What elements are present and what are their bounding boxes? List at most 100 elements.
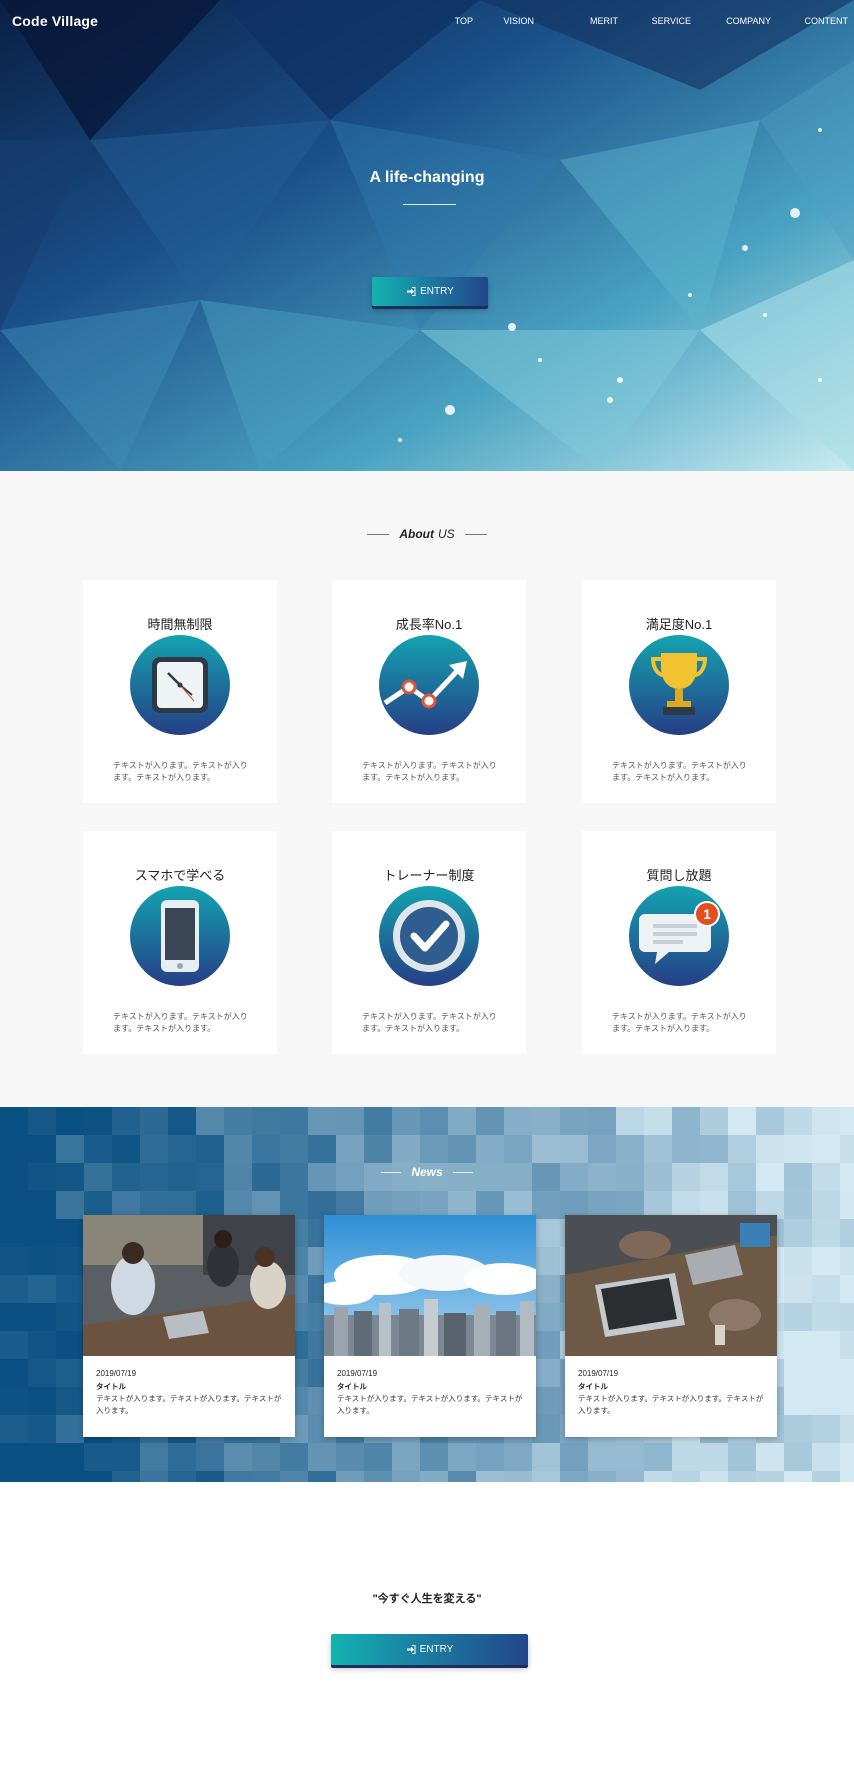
news-card[interactable]: 2019/07/19 タイトル テキストが入ります。テキストが入ります。テキスト…	[565, 1215, 777, 1437]
mosaic-tile	[336, 1107, 364, 1135]
news-text: テキストが入ります。テキストが入ります。テキストが入ります。	[96, 1394, 282, 1415]
mosaic-tile	[812, 1415, 840, 1443]
mosaic-tile	[784, 1387, 812, 1415]
feature-card: スマホで学べる テキストが入ります。テキストが入ります。テキストが入ります。	[83, 831, 277, 1054]
mosaic-tile	[168, 1107, 196, 1135]
news-heading: News	[0, 1165, 854, 1179]
mosaic-tile	[532, 1303, 560, 1331]
nav-item-vision[interactable]: VISION	[503, 16, 534, 26]
news-date: 2019/07/19	[578, 1369, 619, 1378]
mosaic-tile	[28, 1387, 56, 1415]
city-skyline-photo	[324, 1215, 536, 1356]
mosaic-tile	[0, 1247, 28, 1275]
mosaic-tile	[448, 1443, 476, 1471]
feature-card-title: 質問し放題	[646, 868, 712, 883]
mosaic-tile	[28, 1135, 56, 1163]
mosaic-tile	[672, 1107, 700, 1135]
news-card[interactable]: 2019/07/19 タイトル テキストが入ります。テキストが入ります。テキスト…	[83, 1215, 295, 1437]
mosaic-tile	[112, 1443, 140, 1471]
mosaic-tile	[168, 1471, 196, 1482]
mosaic-tile	[700, 1471, 728, 1482]
heading-line-left	[367, 533, 390, 535]
news-title: タイトル	[96, 1382, 126, 1391]
mosaic-tile	[588, 1443, 616, 1471]
mosaic-tile	[532, 1471, 560, 1482]
mosaic-tile	[308, 1107, 336, 1135]
mosaic-tile	[0, 1331, 28, 1359]
mosaic-tile	[532, 1387, 560, 1415]
mosaic-tile	[672, 1443, 700, 1471]
feature-card-text: テキストが入ります。テキストが入ります。テキストが入ります。	[612, 761, 747, 782]
hero-entry-button[interactable]: ENTRY	[372, 277, 488, 306]
mosaic-tile	[336, 1443, 364, 1471]
mosaic-tile	[784, 1247, 812, 1275]
mosaic-tile	[280, 1107, 308, 1135]
mosaic-tile	[224, 1135, 252, 1163]
mosaic-tile	[56, 1247, 84, 1275]
news-card[interactable]: 2019/07/19 タイトル テキストが入ります。テキストが入ります。テキスト…	[324, 1215, 536, 1437]
feature-card-title: スマホで学べる	[134, 868, 226, 883]
mosaic-tile	[252, 1443, 280, 1471]
hero-title-underline	[403, 204, 456, 205]
nav-item-service[interactable]: SERVICE	[652, 16, 691, 26]
trophy-icon	[629, 635, 729, 735]
mosaic-tile	[280, 1471, 308, 1482]
mosaic-tile	[812, 1219, 840, 1247]
mosaic-tile	[812, 1135, 840, 1163]
mosaic-tile	[196, 1135, 224, 1163]
feature-card: 時間無制限 テキストが入ります。テキストが入ります。テキストが入ります。	[83, 580, 277, 803]
mosaic-tile	[644, 1443, 672, 1471]
mosaic-tile	[336, 1471, 364, 1482]
feature-card-text: テキストが入ります。テキストが入ります。テキストが入ります。	[612, 1012, 747, 1033]
news-date: 2019/07/19	[96, 1369, 137, 1378]
mosaic-tile	[28, 1219, 56, 1247]
mosaic-tile	[56, 1443, 84, 1471]
mosaic-tile	[0, 1135, 28, 1163]
smartphone-icon	[130, 886, 230, 986]
mosaic-tile	[28, 1359, 56, 1387]
feature-card-text: テキストが入ります。テキストが入ります。テキストが入ります。	[113, 761, 248, 782]
feature-card-text: テキストが入ります。テキストが入ります。テキストが入ります。	[362, 761, 497, 782]
mosaic-tile	[476, 1135, 504, 1163]
mosaic-tile	[812, 1387, 840, 1415]
mosaic-tile	[28, 1247, 56, 1275]
cta-section: "今すぐ人生を変える" ENTRY	[0, 1482, 854, 1768]
chat-bubble-icon: 1	[629, 886, 729, 986]
nav-item-top[interactable]: TOP	[455, 16, 473, 26]
mosaic-tile	[756, 1135, 784, 1163]
mosaic-tile	[112, 1135, 140, 1163]
mosaic-tile	[840, 1331, 854, 1359]
mosaic-tile	[840, 1443, 854, 1471]
mosaic-tile	[700, 1135, 728, 1163]
cta-entry-label: ENTRY	[419, 1644, 454, 1655]
mosaic-tile	[728, 1135, 756, 1163]
mosaic-tile	[700, 1107, 728, 1135]
site-logo[interactable]: Code Village	[12, 13, 98, 29]
mosaic-tile	[224, 1443, 252, 1471]
mosaic-tile	[784, 1275, 812, 1303]
mosaic-tile	[392, 1135, 420, 1163]
feature-card-text: テキストが入ります。テキストが入ります。テキストが入ります。	[113, 1012, 248, 1033]
mosaic-tile	[0, 1415, 28, 1443]
mosaic-tile	[588, 1471, 616, 1482]
cta-entry-button[interactable]: ENTRY	[331, 1634, 528, 1665]
mosaic-tile	[756, 1107, 784, 1135]
mosaic-tile	[56, 1135, 84, 1163]
mosaic-tile	[616, 1471, 644, 1482]
nav-item-company[interactable]: COMPANY	[726, 16, 771, 26]
mosaic-tile	[0, 1443, 28, 1471]
mosaic-tile	[644, 1135, 672, 1163]
mosaic-tile	[308, 1471, 336, 1482]
mosaic-tile	[420, 1107, 448, 1135]
mosaic-tile	[728, 1471, 756, 1482]
mosaic-tile	[56, 1471, 84, 1482]
about-heading-strong: About	[399, 527, 434, 541]
mosaic-tile	[532, 1191, 560, 1219]
mosaic-tile	[0, 1107, 28, 1135]
mosaic-tile	[252, 1471, 280, 1482]
nav-item-merit[interactable]: MERIT	[590, 16, 618, 26]
mosaic-tile	[56, 1303, 84, 1331]
feature-card: トレーナー制度 テキストが入ります。テキストが入ります。テキストが入ります。	[332, 831, 526, 1054]
mosaic-tile	[784, 1191, 812, 1219]
nav-item-content[interactable]: CONTENT	[805, 16, 849, 26]
